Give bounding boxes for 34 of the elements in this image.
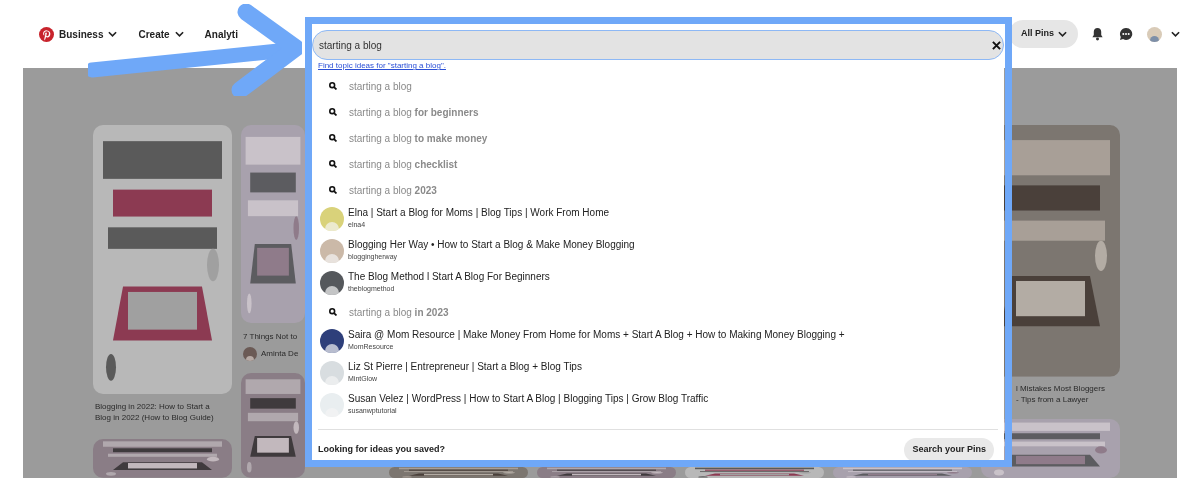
profile-name: Blogging Her Way • How to Start a Blog & Make Money Blogging [348, 239, 635, 251]
pin-caption: Blogging in 2022: How to Start a Blog in 2022 (How to Blog Guide) [94, 401, 215, 424]
caret-icon [1171, 31, 1180, 37]
nav-menu[interactable]: Business [59, 26, 118, 42]
pin-caption: 7 Things Not to [242, 331, 299, 343]
profile-name: Saira @ Mom Resource | Make Money From Home for Moms + Start A Blog + How to Making Money Blogging + [348, 329, 845, 341]
caret-icon [1058, 31, 1067, 37]
nav-menu[interactable]: Create [138, 26, 184, 42]
pin-author: Aminta De [261, 348, 299, 361]
profile-name: Liz St Pierre | Entrepreneur | Start a Blog + Blog Tips [348, 361, 582, 373]
search-icon [329, 108, 337, 116]
close-icon [991, 40, 1001, 50]
author-avatar [243, 347, 257, 362]
caret-icon [174, 31, 184, 37]
search-icon [329, 186, 337, 194]
filter-dropdown[interactable]: All Pins [1009, 20, 1078, 48]
bell-icon[interactable] [1091, 27, 1104, 41]
saved-ideas-prompt: Looking for ideas you saved? [318, 443, 446, 457]
profile-avatar[interactable] [1147, 26, 1162, 42]
search-icon [329, 160, 337, 168]
search-field[interactable]: starting a blog [312, 30, 1004, 60]
search-icon [329, 308, 337, 316]
clear-button[interactable] [990, 38, 1002, 52]
chat-icon[interactable] [1119, 27, 1133, 41]
topic-ideas-link[interactable]: Find topic ideas for "starting a blog". [318, 61, 446, 71]
profile-name: The Blog Method l Start A Blog For Beginners [348, 271, 550, 283]
logo-icon[interactable] [39, 26, 54, 42]
search-icon [329, 134, 337, 142]
profile-name: Elna | Start a Blog for Moms | Blog Tips | Work From Home [348, 207, 610, 219]
caret-icon [108, 31, 118, 37]
nav-menu[interactable]: Analyti [204, 26, 238, 42]
profile-name: Susan Velez | WordPress | How to Start A Blog | Blogging Tips | Grow Blog Traffic [348, 393, 709, 405]
search-pins-button[interactable]: Search your Pins [904, 438, 994, 462]
search-icon [329, 82, 337, 90]
